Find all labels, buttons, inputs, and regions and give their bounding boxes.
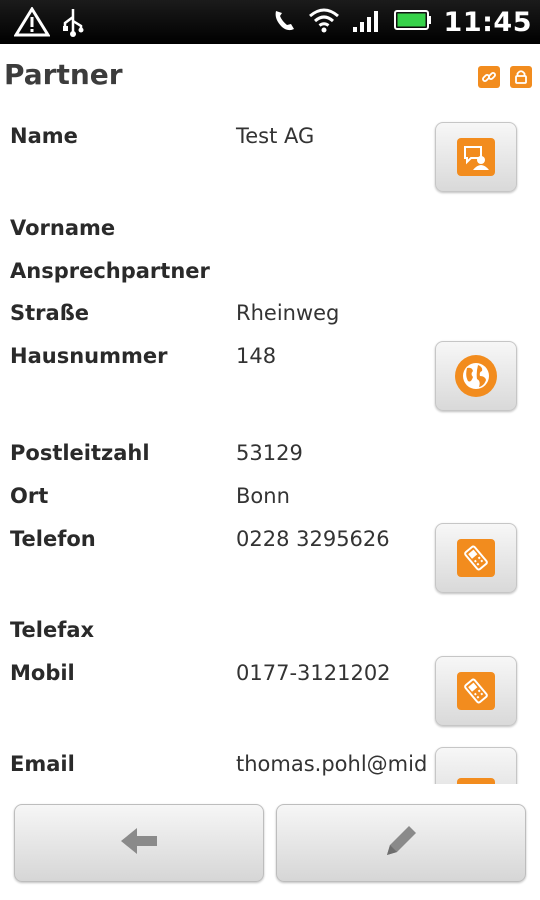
call-mobil-button[interactable] (435, 656, 517, 726)
lock-icon[interactable] (510, 66, 532, 88)
field-label-name: Name (10, 124, 78, 148)
warning-icon (14, 0, 50, 44)
bottom-bar (0, 790, 540, 900)
field-label-telefax: Telefax (10, 618, 95, 642)
field-value-email: thomas.pohl@mid (236, 752, 428, 776)
field-label-telefon: Telefon (10, 527, 96, 551)
field-label-postleitzahl: Postleitzahl (10, 441, 150, 465)
phone-icon (457, 539, 495, 577)
map-button[interactable] (435, 341, 517, 411)
field-value-mobil: 0177-3121202 (236, 661, 391, 685)
field-label-hausnummer: Hausnummer (10, 344, 168, 368)
battery-icon (393, 9, 432, 35)
partner-details: Name Test AG Vorname Ansprechpartner Str… (0, 104, 540, 784)
email-icon (457, 778, 495, 784)
field-label-ansprechpartner: Ansprechpartner (10, 259, 210, 283)
field-value-postleitzahl: 53129 (236, 441, 303, 465)
field-label-email: Email (10, 752, 75, 776)
pencil-icon (379, 819, 423, 867)
field-label-vorname: Vorname (10, 216, 116, 240)
contact-button[interactable] (435, 122, 517, 192)
field-value-hausnummer: 148 (236, 344, 277, 368)
page-title: Partner (4, 58, 123, 91)
back-button[interactable] (14, 804, 264, 882)
clock: 11:45 (443, 6, 532, 38)
field-value-ort: Bonn (236, 484, 290, 508)
field-value-strasse: Rheinweg (236, 301, 340, 325)
missed-call-icon (272, 7, 296, 37)
usb-icon (60, 0, 86, 44)
contact-card-icon (457, 138, 495, 176)
email-button[interactable] (435, 747, 517, 784)
status-right-group: 11:45 (272, 0, 532, 44)
globe-icon (455, 355, 497, 397)
signal-icon (352, 7, 382, 37)
field-value-telefon: 0228 3295626 (236, 527, 390, 551)
wifi-icon (308, 7, 340, 37)
field-label-strasse: Straße (10, 301, 90, 325)
back-arrow-icon (117, 824, 161, 862)
link-icon[interactable] (478, 66, 500, 88)
field-value-name: Test AG (236, 124, 315, 148)
title-row: Partner (0, 52, 540, 104)
field-label-ort: Ort (10, 484, 49, 508)
status-bar: 11:45 (0, 0, 540, 44)
field-label-mobil: Mobil (10, 661, 75, 685)
edit-button[interactable] (276, 804, 526, 882)
phone-icon (457, 672, 495, 710)
call-telefon-button[interactable] (435, 523, 517, 593)
